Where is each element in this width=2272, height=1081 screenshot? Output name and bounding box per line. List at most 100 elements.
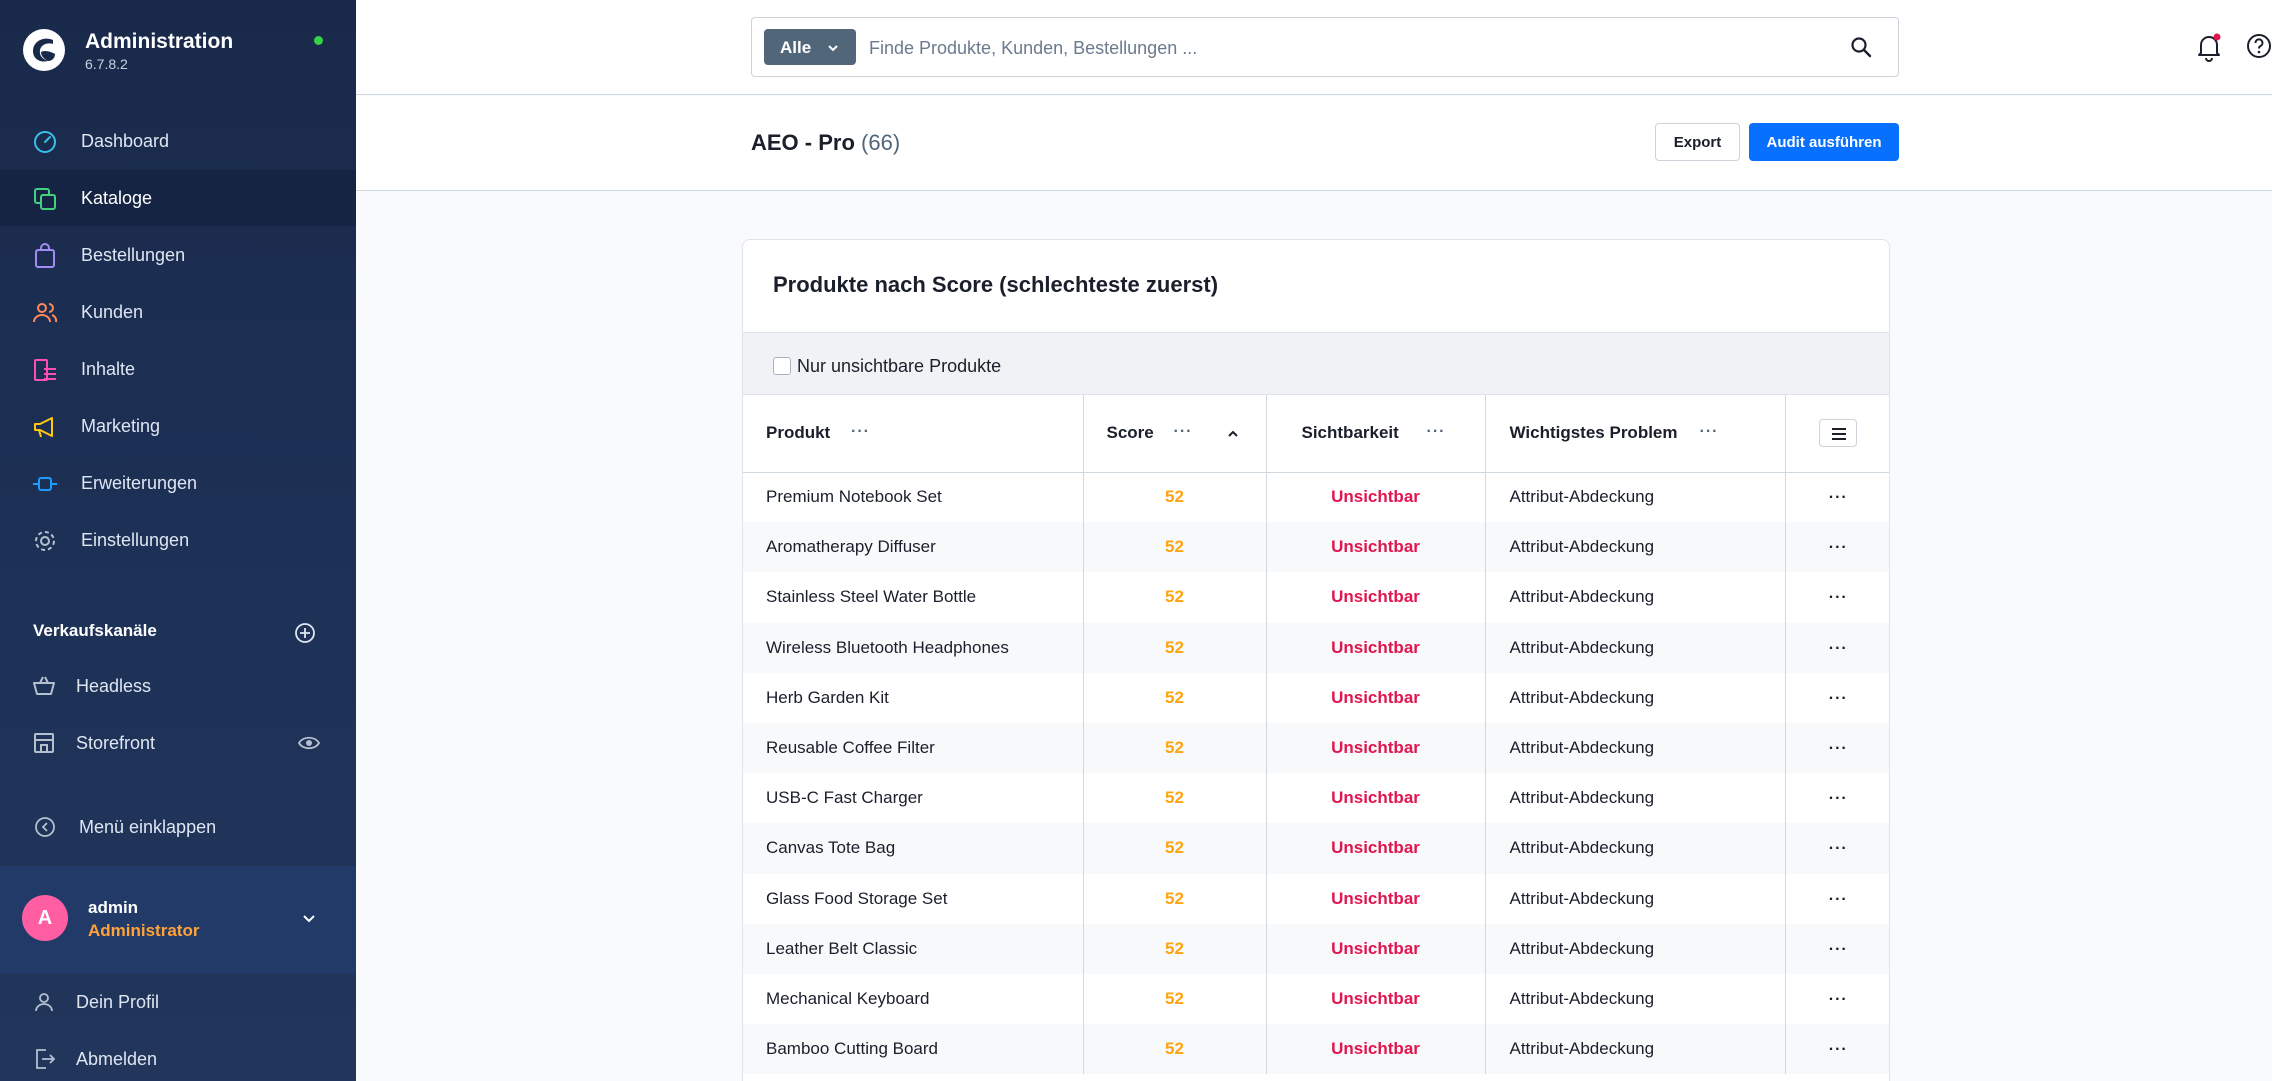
problem-value: Attribut-Abdeckung — [1485, 773, 1786, 824]
row-actions-icon[interactable]: ··· — [1829, 640, 1848, 658]
notification-bell-icon[interactable] — [2195, 32, 2223, 62]
score-value: 52 — [1083, 672, 1267, 723]
page-title-text: AEO - Pro — [751, 130, 855, 155]
product-name[interactable]: Mechanical Keyboard — [743, 973, 1084, 1025]
table-row[interactable]: Glass Food Storage Set 52 Unsichtbar Attrib… — [743, 873, 1889, 924]
table-row[interactable]: Leather Belt Classic 52 Unsichtbar Attribut… — [743, 923, 1889, 974]
column-menu-icon[interactable]: ··· — [851, 423, 870, 441]
problem-value: Attribut-Abdeckung — [1485, 873, 1786, 924]
logout-link[interactable]: Abmelden — [0, 1031, 356, 1081]
row-actions-icon[interactable]: ··· — [1829, 539, 1848, 557]
product-name[interactable]: USB-C Fast Charger — [743, 773, 1084, 824]
row-actions-icon[interactable]: ··· — [1829, 489, 1848, 507]
sidebar-item-einstellungen[interactable]: Einstellungen — [0, 512, 356, 568]
sidebar-item-erweiterungen[interactable]: Erweiterungen — [0, 455, 356, 511]
run-audit-button[interactable]: Audit ausführen — [1749, 123, 1899, 161]
filter-bar: Nur unsichtbare Produkte — [743, 332, 1889, 395]
row-actions-icon[interactable]: ··· — [1829, 790, 1848, 808]
sidebar-item-kunden[interactable]: Kunden — [0, 284, 356, 340]
product-name[interactable]: Bamboo Cutting Board — [743, 1024, 1084, 1075]
column-header-problem[interactable]: Wichtigstes Problem ··· — [1485, 395, 1786, 473]
row-actions-icon[interactable]: ··· — [1829, 840, 1848, 858]
column-header-score[interactable]: Score ··· — [1083, 395, 1267, 473]
column-settings-button[interactable] — [1819, 419, 1858, 448]
user-menu[interactable]: A admin Administrator — [0, 866, 356, 974]
profile-link[interactable]: Dein Profil — [0, 974, 356, 1030]
table-row[interactable]: USB-C Fast Charger 52 Unsichtbar Attribut-A… — [743, 773, 1889, 824]
table-row[interactable]: Mechanical Keyboard 52 Unsichtbar Attribut-… — [743, 973, 1889, 1025]
row-actions-icon[interactable]: ··· — [1829, 991, 1848, 1009]
visibility-value: Unsichtbar — [1266, 672, 1486, 723]
product-name[interactable]: Wireless Bluetooth Headphones — [743, 622, 1084, 673]
row-actions-icon[interactable]: ··· — [1829, 740, 1848, 758]
chevron-down-icon[interactable] — [300, 910, 318, 928]
row-actions-icon[interactable]: ··· — [1829, 690, 1848, 708]
sidebar-item-label: Inhalte — [81, 359, 136, 379]
visibility-value: Unsichtbar — [1266, 1024, 1486, 1075]
column-menu-icon[interactable]: ··· — [1174, 423, 1193, 441]
problem-value: Attribut-Abdeckung — [1485, 1024, 1786, 1075]
table-row[interactable]: Canvas Tote Bag 52 Unsichtbar Attribut-Abde… — [743, 823, 1889, 874]
basket-icon — [33, 676, 55, 695]
products-table: Produkt ··· Score ··· Sichtbarkeit ··· W… — [743, 395, 1889, 1075]
search-input[interactable] — [869, 30, 1829, 66]
sidebar-item-inhalte[interactable]: Inhalte — [0, 341, 356, 397]
table-row[interactable]: Herb Garden Kit 52 Unsichtbar Attribut-Abde… — [743, 672, 1889, 723]
table-row[interactable]: Stainless Steel Water Bottle 52 Unsichtbar… — [743, 572, 1889, 623]
table-row[interactable]: Aromatherapy Diffuser 52 Unsichtbar Attribu… — [743, 522, 1889, 573]
product-name[interactable]: Leather Belt Classic — [743, 923, 1084, 974]
visibility-value: Unsichtbar — [1266, 823, 1486, 874]
collapse-menu-button[interactable]: Menü einklappen — [0, 800, 356, 856]
status-indicator — [314, 36, 323, 45]
row-actions-icon[interactable]: ··· — [1829, 941, 1848, 959]
plug-icon — [33, 477, 57, 491]
row-actions-icon[interactable]: ··· — [1829, 589, 1848, 607]
search-icon[interactable] — [1850, 36, 1872, 58]
sidebar-item-label: Kunden — [81, 302, 144, 322]
row-actions-icon[interactable]: ··· — [1829, 1041, 1848, 1059]
product-name[interactable]: Reusable Coffee Filter — [743, 722, 1084, 774]
search-type-select[interactable]: Alle — [764, 29, 856, 65]
column-label: Sichtbarkeit — [1301, 423, 1399, 442]
brand: Administration 6.7.8.2 — [22, 24, 336, 74]
product-name[interactable]: Herb Garden Kit — [743, 672, 1084, 723]
problem-value: Attribut-Abdeckung — [1485, 823, 1786, 874]
sidebar-item-bestellungen[interactable]: Bestellungen — [0, 227, 356, 283]
table-row[interactable]: Reusable Coffee Filter 52 Unsichtbar Attrib… — [743, 722, 1889, 774]
table-row[interactable]: Premium Notebook Set 52 Unsichtbar Attribut… — [743, 472, 1889, 523]
column-header-product[interactable]: Produkt ··· — [743, 395, 1084, 473]
sort-ascending-icon[interactable] — [1226, 427, 1240, 441]
product-name[interactable]: Aromatherapy Diffuser — [743, 522, 1084, 573]
help-icon[interactable] — [2246, 33, 2272, 59]
column-menu-icon[interactable]: ··· — [1700, 423, 1719, 441]
sidebar-item-label: Bestellungen — [81, 245, 186, 265]
sidebar-item-marketing[interactable]: Marketing — [0, 398, 356, 454]
problem-value: Attribut-Abdeckung — [1485, 472, 1786, 523]
export-button[interactable]: Export — [1655, 123, 1740, 161]
eye-icon[interactable] — [298, 735, 320, 751]
product-name[interactable]: Stainless Steel Water Bottle — [743, 572, 1084, 623]
sales-channel-label: Headless — [76, 676, 152, 696]
user-role: Administrator — [88, 921, 200, 940]
column-header-visibility[interactable]: Sichtbarkeit ··· — [1266, 395, 1486, 473]
sales-channel-storefront[interactable]: Storefront — [0, 715, 356, 771]
product-name[interactable]: Glass Food Storage Set — [743, 873, 1084, 924]
table-row[interactable]: Wireless Bluetooth Headphones 52 Unsichtba… — [743, 622, 1889, 673]
card-title: Produkte nach Score (schlechteste zuerst… — [773, 272, 1219, 297]
sidebar-item-dashboard[interactable]: Dashboard — [0, 113, 356, 169]
product-name[interactable]: Premium Notebook Set — [743, 472, 1084, 523]
table-row[interactable]: Bamboo Cutting Board 52 Unsichtbar Attribut… — [743, 1024, 1889, 1075]
row-actions-icon[interactable]: ··· — [1829, 891, 1848, 909]
invisible-only-label[interactable]: Nur unsichtbare Produkte — [797, 356, 1001, 377]
visibility-value: Unsichtbar — [1266, 622, 1486, 673]
score-value: 52 — [1083, 522, 1267, 573]
visibility-value: Unsichtbar — [1266, 923, 1486, 974]
sales-channel-headless[interactable]: Headless — [0, 658, 356, 714]
problem-value: Attribut-Abdeckung — [1485, 572, 1786, 623]
column-menu-icon[interactable]: ··· — [1427, 423, 1446, 441]
visibility-value: Unsichtbar — [1266, 873, 1486, 924]
add-sales-channel-icon[interactable] — [294, 622, 316, 644]
invisible-only-checkbox[interactable] — [773, 357, 791, 375]
product-name[interactable]: Canvas Tote Bag — [743, 823, 1084, 874]
sidebar-item-kataloge[interactable]: Kataloge — [0, 170, 356, 226]
